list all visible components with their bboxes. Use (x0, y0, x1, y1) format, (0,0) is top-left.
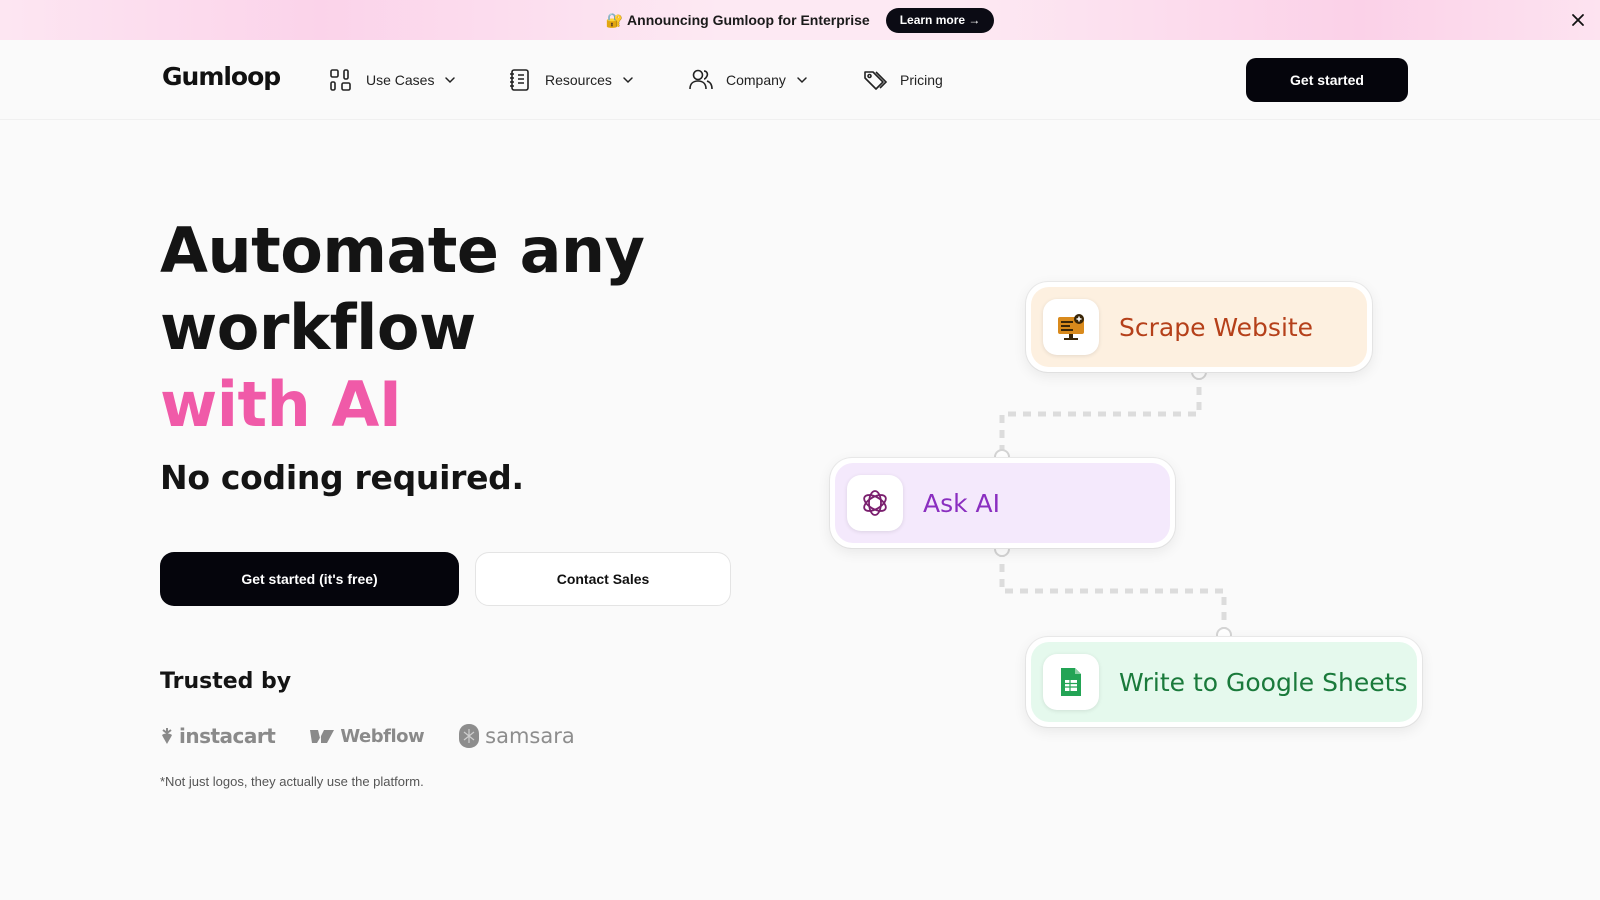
headline-line-1: Automate any (160, 214, 645, 287)
lock-emoji-icon: 🔐 (605, 11, 624, 28)
nav-item-label: Use Cases (366, 72, 435, 88)
nav-item-label: Company (726, 72, 786, 88)
flow-node-write-google-sheets: Write to Google Sheets (1026, 637, 1422, 727)
node-label: Scrape Website (1119, 312, 1314, 342)
users-icon (689, 69, 713, 90)
openai-icon (847, 475, 903, 531)
chevron-down-icon (623, 77, 633, 84)
samsara-badge-icon (459, 724, 480, 748)
headline-line-2: workflow (160, 291, 476, 364)
instacart-logo: instacart (160, 724, 276, 748)
announcement-bar: 🔐 Announcing Gumloop for Enterprise Lear… (0, 0, 1600, 40)
nav-item-use-cases[interactable]: Use Cases (328, 64, 456, 96)
connector-ask-to-sheets (999, 549, 1227, 633)
carrot-icon (162, 728, 172, 744)
samsara-wordmark: samsara (485, 724, 575, 748)
get-started-button[interactable]: Get started (1246, 58, 1408, 102)
workflow-connectors (994, 364, 1232, 643)
nav-item-company[interactable]: Company (688, 64, 808, 96)
webflow-logo: Webflow (309, 725, 425, 747)
contact-sales-button[interactable]: Contact Sales (475, 552, 731, 606)
gumloop-logo[interactable]: Gumloop (162, 62, 281, 91)
node-body: Write to Google Sheets (1031, 642, 1417, 722)
learn-more-button[interactable]: Learn more → (885, 7, 995, 33)
google-sheets-icon (1043, 654, 1099, 710)
get-started-free-button[interactable]: Get started (it's free) (160, 552, 459, 606)
price-tags-icon (864, 71, 888, 90)
flow-node-scrape-website: Scrape Website (1026, 282, 1372, 372)
node-body: Ask AI (835, 463, 1170, 543)
node-body: Scrape Website (1031, 287, 1367, 367)
hero-headline: Automate any workflow with AI (160, 212, 645, 443)
headline-highlight: with AI (160, 368, 402, 441)
announcement-text-group: 🔐 Announcing Gumloop for Enterprise (606, 12, 870, 29)
chevron-down-icon (797, 77, 807, 84)
trusted-by-heading: Trusted by (160, 669, 292, 694)
hero-subheadline: No coding required. (160, 458, 524, 497)
webflow-w-icon (310, 730, 335, 743)
monitor-plus-icon (1043, 299, 1099, 355)
nav-item-label: Resources (545, 72, 612, 88)
main-nav: Gumloop Use Cases Resources Company Pric… (0, 40, 1600, 120)
nav-item-label: Pricing (900, 72, 943, 88)
connector-scrape-to-ask (999, 372, 1202, 456)
close-icon[interactable] (1570, 12, 1586, 28)
instacart-wordmark: instacart (179, 724, 276, 748)
nav-item-pricing[interactable]: Pricing (862, 64, 943, 96)
flow-node-ask-ai: Ask AI (830, 458, 1175, 548)
nav-item-resources[interactable]: Resources (507, 64, 634, 96)
notebook-icon (510, 69, 529, 91)
grid-shapes-icon (330, 69, 351, 91)
chevron-down-icon (445, 77, 456, 84)
node-label: Ask AI (923, 488, 1001, 518)
logos-footnote: *Not just logos, they actually use the p… (160, 774, 424, 789)
customer-logos: instacart Webflow samsara (160, 720, 575, 752)
announcement-text: Announcing Gumloop for Enterprise (627, 12, 870, 28)
node-label: Write to Google Sheets (1119, 667, 1408, 697)
samsara-logo: samsara (458, 723, 575, 749)
webflow-wordmark: Webflow (340, 725, 425, 747)
